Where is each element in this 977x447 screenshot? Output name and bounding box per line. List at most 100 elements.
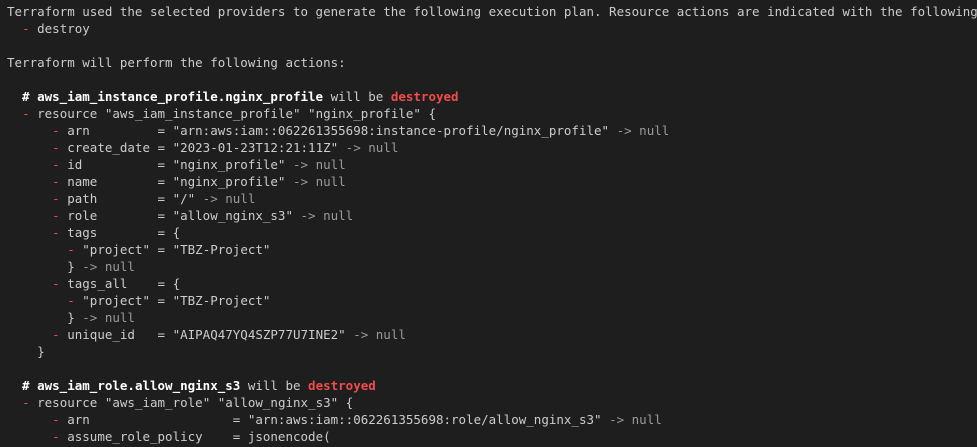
attribute-line: - create_date = "2023-01-23T12:21:11Z" -… xyxy=(7,139,977,156)
attribute-text: tags = { xyxy=(67,225,181,240)
resource-declaration: - resource "aws_iam_instance_profile" "n… xyxy=(7,105,977,122)
intro-text: Terraform will perform the following act… xyxy=(7,55,346,70)
action-badge: destroyed xyxy=(390,89,459,104)
intro-line: Terraform will perform the following act… xyxy=(7,54,977,71)
closing-brace: } xyxy=(52,259,75,274)
null-suffix: -> null xyxy=(338,140,399,155)
attribute-text: create_date = "2023-01-23T12:21:11Z" xyxy=(67,140,339,155)
attribute-line: } -> null xyxy=(7,258,977,275)
minus-sign: - xyxy=(52,276,60,291)
attribute-text: assume_role_policy = jsonencode( xyxy=(67,429,331,444)
attribute-text: tags_all = { xyxy=(67,276,181,291)
intro-text: Terraform used the selected providers to… xyxy=(7,4,977,19)
attribute-text: arn = "arn:aws:iam::062261355698:instanc… xyxy=(67,123,610,138)
minus-sign: - xyxy=(52,123,60,138)
attribute-line: - path = "/" -> null xyxy=(7,190,977,207)
minus-sign: - xyxy=(52,157,60,172)
minus-sign: - xyxy=(22,395,30,410)
minus-sign: - xyxy=(67,242,75,257)
legend-text: destroy xyxy=(29,21,90,36)
null-suffix: -> null xyxy=(74,259,135,274)
destroy-symbol: - xyxy=(22,21,30,36)
null-suffix: -> null xyxy=(293,208,354,223)
attribute-line: - name = "nginx_profile" -> null xyxy=(7,173,977,190)
resource-address: aws_iam_role.allow_nginx_s3 xyxy=(37,378,241,393)
attribute-line: - arn = "arn:aws:iam::062261355698:insta… xyxy=(7,122,977,139)
minus-sign: - xyxy=(52,174,60,189)
resource-header: # aws_iam_instance_profile.nginx_profile… xyxy=(7,88,977,105)
attribute-line: - unique_id = "AIPAQ47YQ4SZP77U7INE2" ->… xyxy=(7,326,977,343)
comment-prefix: # xyxy=(7,378,38,393)
minus-sign: - xyxy=(52,140,60,155)
null-suffix: -> null xyxy=(285,157,346,172)
null-suffix: -> null xyxy=(74,310,135,325)
attribute-text: name = "nginx_profile" xyxy=(67,174,286,189)
minus-sign: - xyxy=(52,208,60,223)
attribute-line: - tags_all = { xyxy=(7,275,977,292)
resource-header: # aws_iam_role.allow_nginx_s3 will be de… xyxy=(7,377,977,394)
intro-line: Terraform used the selected providers to… xyxy=(7,3,977,20)
closing-brace: } xyxy=(52,310,75,325)
attribute-line: - role = "allow_nginx_s3" -> null xyxy=(7,207,977,224)
attribute-text: "project" = "TBZ-Project" xyxy=(82,242,271,257)
resource-line: resource "aws_iam_role" "allow_nginx_s3"… xyxy=(37,395,354,410)
null-suffix: -> null xyxy=(601,412,662,427)
attribute-line: - "project" = "TBZ-Project" xyxy=(7,241,977,258)
attribute-line: - tags = { xyxy=(7,224,977,241)
minus-sign: - xyxy=(52,327,60,342)
minus-sign: - xyxy=(52,225,60,240)
minus-sign: - xyxy=(52,191,60,206)
attribute-text: id = "nginx_profile" xyxy=(67,157,286,172)
minus-sign: - xyxy=(67,293,75,308)
will-be-text: will be xyxy=(323,89,391,104)
comment-prefix: # xyxy=(7,89,38,104)
attribute-line: } -> null xyxy=(7,309,977,326)
minus-sign: - xyxy=(52,429,60,444)
attribute-text: role = "allow_nginx_s3" xyxy=(67,208,293,223)
resource-address: aws_iam_instance_profile.nginx_profile xyxy=(37,89,324,104)
attribute-line: - arn = "arn:aws:iam::062261355698:role/… xyxy=(7,411,977,428)
attribute-text: arn = "arn:aws:iam::062261355698:role/al… xyxy=(67,412,602,427)
resource-declaration: - resource "aws_iam_role" "allow_nginx_s… xyxy=(7,394,977,411)
resource-close: } xyxy=(7,343,977,360)
null-suffix: -> null xyxy=(345,327,406,342)
attribute-line: - assume_role_policy = jsonencode( xyxy=(7,428,977,445)
action-badge: destroyed xyxy=(308,378,376,393)
terminal-output[interactable]: Terraform used the selected providers to… xyxy=(0,0,977,447)
intro-line: - destroy xyxy=(7,20,977,37)
close-brace: } xyxy=(7,344,45,359)
attribute-text: path = "/" xyxy=(67,191,196,206)
attribute-text: "project" = "TBZ-Project" xyxy=(82,293,271,308)
null-suffix: -> null xyxy=(609,123,670,138)
attribute-text: unique_id = "AIPAQ47YQ4SZP77U7INE2" xyxy=(67,327,346,342)
null-suffix: -> null xyxy=(195,191,256,206)
attribute-line: - "project" = "TBZ-Project" xyxy=(7,292,977,309)
intro-line xyxy=(7,37,977,54)
attribute-line: - id = "nginx_profile" -> null xyxy=(7,156,977,173)
will-be-text: will be xyxy=(240,378,309,393)
resource-line: resource "aws_iam_instance_profile" "ngi… xyxy=(37,106,436,121)
intro-line xyxy=(7,71,977,88)
minus-sign: - xyxy=(22,106,30,121)
